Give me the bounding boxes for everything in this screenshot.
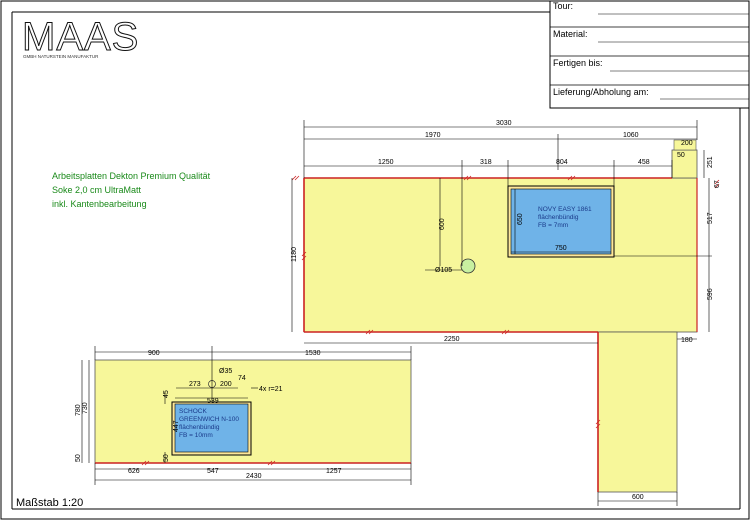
dim-1180: 1180 — [291, 247, 298, 262]
tour-label: Tour: — [553, 1, 573, 11]
maas-logo: MAAS GMBH NATURSTEIN MANUFAKTUR — [22, 15, 139, 60]
dim-780: 780 — [75, 404, 82, 416]
dim-45: 45 — [163, 390, 170, 398]
dim-2430: 2430 — [246, 473, 262, 480]
upper-worktop-body — [303, 177, 698, 333]
dim-626: 626 — [128, 468, 140, 475]
dim-600-horizontal: 600 — [632, 494, 644, 501]
dim-180: 180 — [681, 337, 693, 344]
lieferung-label: Lieferung/Abholung am: — [553, 87, 649, 97]
logo-subtitle: GMBH NATURSTEIN MANUFAKTUR — [23, 54, 99, 59]
dim-74: 74 — [238, 375, 246, 382]
fertigen-label: Fertigen bis: — [553, 58, 603, 68]
dim-1250: 1250 — [378, 159, 394, 166]
lower-sink-label-1: SCHOCK — [179, 408, 207, 415]
dim-458: 458 — [638, 159, 650, 166]
dim-730: 730 — [82, 402, 89, 414]
dim-4xr: 4x r=21 — [259, 386, 283, 393]
dim-600-vertical: 600 — [439, 218, 446, 230]
dim-35: Ø35 — [219, 368, 232, 375]
lower-worktop — [94, 359, 412, 464]
dim-750: 750 — [555, 245, 567, 252]
tap-hole — [460, 258, 476, 274]
dim-105: Ø105 — [435, 267, 452, 274]
dim-1970: 1970 — [425, 132, 441, 139]
dim-517: 517 — [707, 212, 714, 224]
note-line-1: Arbeitsplatten Dekton Premium Qualität — [52, 171, 211, 181]
lower-sink-label-4: FB = 10mm — [179, 432, 213, 439]
dim-200a: 200 — [681, 140, 693, 147]
dim-804: 804 — [556, 159, 568, 166]
material-label: Material: — [553, 29, 588, 39]
dim-50: 50 — [677, 152, 685, 159]
dim-650: 650 — [517, 213, 524, 225]
logo-text: MAAS — [22, 15, 139, 59]
dim-273: 273 — [189, 381, 201, 388]
dim-318: 318 — [480, 159, 492, 166]
dim-596: 596 — [707, 288, 714, 300]
dim-447: 447 — [173, 420, 180, 432]
upper-sink-label-2: flächenbündig — [538, 214, 579, 221]
dim-2250: 2250 — [444, 336, 460, 343]
leg-worktop — [597, 331, 678, 493]
dim-547: 547 — [207, 468, 219, 475]
dim-3030: 3030 — [496, 120, 512, 127]
lower-sink: SCHOCK GREENWICH N-100 flächenbündig FB … — [171, 401, 252, 456]
leg-worktop-body — [597, 331, 678, 493]
dim-50-left: 50 — [75, 454, 82, 462]
dim-1257: 1257 — [326, 468, 342, 475]
lower-sink-label-2: GREENWICH N-100 — [179, 416, 239, 423]
lower-sink-label-3: flächenbündig — [179, 424, 220, 431]
drawing-sheet: Tour: Material: Fertigen bis: Lieferung/… — [0, 0, 750, 520]
dim-200b: 200 — [220, 381, 232, 388]
dim-1060: 1060 — [623, 132, 639, 139]
scale-label: Maßstab 1:20 — [16, 497, 83, 509]
upper-sink-label-3: FB = 7mm — [538, 222, 568, 229]
title-block: Tour: Material: Fertigen bis: Lieferung/… — [549, 0, 750, 109]
dim-67: 67 — [714, 180, 721, 188]
dim-251: 251 — [707, 156, 714, 168]
dim-539: 539 — [207, 398, 219, 405]
note-line-2: Soke 2,0 cm UltraMatt — [52, 185, 142, 195]
lower-worktop-body — [94, 359, 412, 464]
dim-50-sink: 50 — [163, 454, 170, 462]
upper-sink-label-1: NOVY EASY 1861 — [538, 206, 592, 213]
note-line-3: inkl. Kantenbearbeitung — [52, 199, 147, 209]
dim-900: 900 — [148, 350, 160, 357]
dim-1530: 1530 — [305, 350, 321, 357]
